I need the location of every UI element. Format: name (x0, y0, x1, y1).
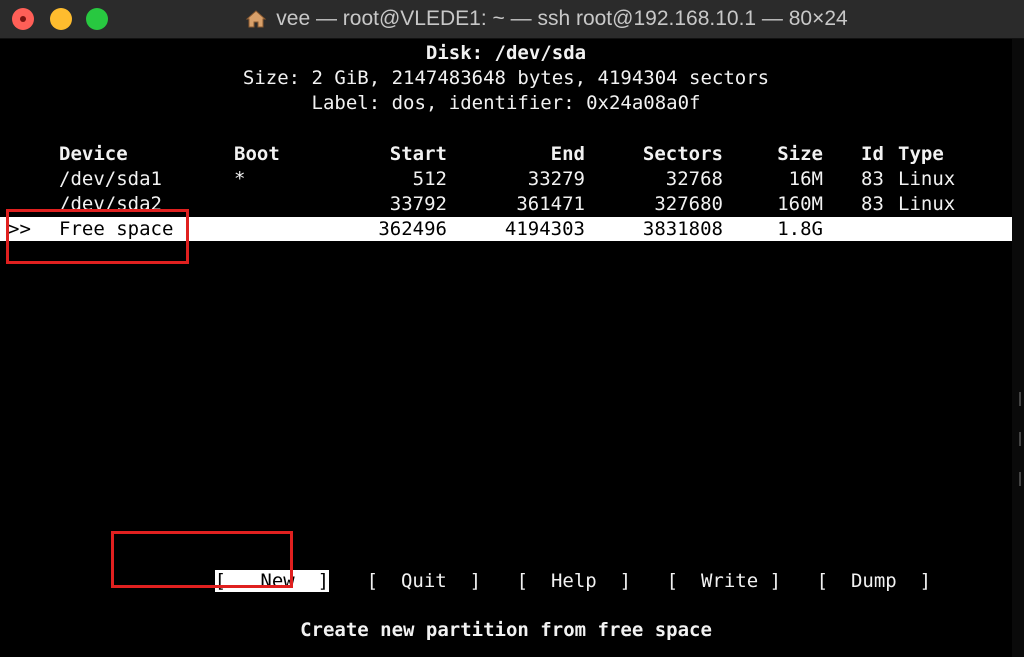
row-sectors: 32768 (665, 168, 723, 190)
row-start: 362496 (378, 218, 447, 240)
col-size: Size (777, 143, 823, 165)
row-size: 16M (788, 168, 823, 190)
row-end: 361471 (516, 193, 585, 215)
disk-title: Disk: /dev/sda (425, 42, 587, 64)
row-boot: * (234, 168, 246, 190)
row-size: 1.8G (777, 218, 823, 240)
terminal-window: vee — root@VLEDE1: ~ — ssh root@192.168.… (0, 0, 1024, 657)
row-end: 4194303 (504, 218, 585, 240)
scrollbar[interactable] (1012, 39, 1024, 657)
col-device: Device (59, 143, 128, 165)
annotation-box-free-space (6, 209, 189, 264)
dump-button-label: [ Dump ] (816, 570, 932, 592)
disk-label: Label: dos, identifier: 0x24a08a0f (311, 92, 701, 114)
col-type: Type (898, 143, 944, 165)
row-sectors: 3831808 (642, 218, 723, 240)
col-start: Start (389, 143, 447, 165)
col-end: End (550, 143, 585, 165)
row-type: Linux (898, 168, 956, 190)
col-boot: Boot (234, 143, 280, 165)
scroll-mark (1019, 432, 1021, 446)
status-message: Create new partition from free space (300, 619, 712, 641)
row-start: 33792 (389, 193, 447, 215)
partition-row[interactable]: /dev/sda1 * 512 33279 32768 16M 83 Linux (0, 167, 1012, 191)
row-id: 83 (861, 193, 884, 215)
annotation-box-new-button (111, 531, 293, 588)
row-type: Linux (898, 193, 956, 215)
title-bar: vee — root@VLEDE1: ~ — ssh root@192.168.… (0, 0, 1024, 39)
col-id: Id (861, 143, 884, 165)
row-device: /dev/sda1 (59, 168, 162, 190)
window-title-wrap: vee — root@VLEDE1: ~ — ssh root@192.168.… (0, 0, 1024, 38)
home-icon (246, 10, 267, 28)
scroll-mark (1019, 392, 1021, 406)
disk-size: Size: 2 GiB, 2147483648 bytes, 4194304 s… (242, 67, 770, 89)
row-start: 512 (412, 168, 447, 190)
window-title: vee — root@VLEDE1: ~ — ssh root@192.168.… (276, 7, 848, 30)
col-sectors: Sectors (642, 143, 723, 165)
row-id: 83 (861, 168, 884, 190)
dump-button[interactable]: [ Dump ] (748, 539, 931, 592)
table-header: Device Boot Start End Sectors Size Id Ty… (0, 142, 1012, 166)
row-size: 160M (777, 193, 823, 215)
scroll-mark (1019, 472, 1021, 486)
row-sectors: 327680 (654, 193, 723, 215)
row-end: 33279 (527, 168, 585, 190)
